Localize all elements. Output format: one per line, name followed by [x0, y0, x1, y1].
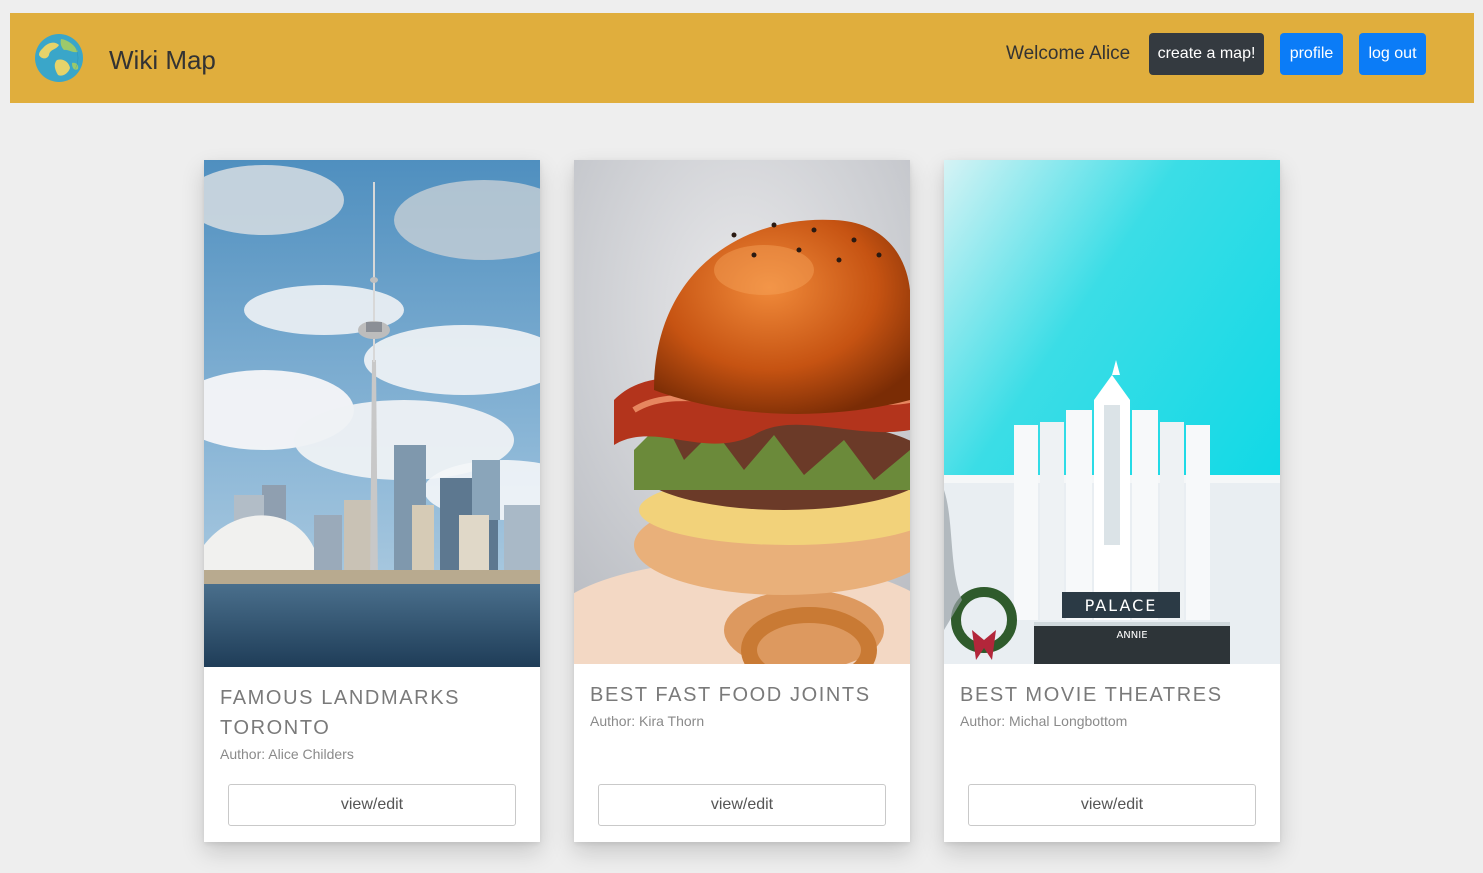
palace-theatre-image: PALACE ANNIE — [944, 160, 1280, 664]
view-edit-button[interactable]: view/edit — [228, 784, 516, 826]
profile-button[interactable]: profile — [1280, 33, 1343, 75]
map-title: BEST MOVIE THEATRES — [960, 684, 1223, 706]
map-author: Author: Kira Thorn — [590, 713, 705, 729]
welcome-text: Welcome Alice — [1006, 43, 1131, 64]
burger-image — [574, 160, 910, 664]
logout-button[interactable]: log out — [1359, 33, 1426, 75]
globe-icon[interactable] — [34, 33, 84, 83]
view-edit-button[interactable]: view/edit — [598, 784, 886, 826]
create-map-button[interactable]: create a map! — [1149, 33, 1264, 75]
svg-text:PALACE: PALACE — [1085, 596, 1158, 615]
view-edit-button[interactable]: view/edit — [968, 784, 1256, 826]
map-card-toronto: FAMOUS LANDMARKS TORONTO Author: Alice C… — [204, 160, 540, 842]
map-author: Author: Alice Childers — [220, 746, 354, 762]
map-title: BEST FAST FOOD JOINTS — [590, 684, 871, 706]
navbar: Wiki Map Welcome Alice create a map! pro… — [10, 13, 1474, 103]
brand-title[interactable]: Wiki Map — [109, 43, 216, 77]
map-card-movie-theatres: PALACE ANNIE BEST MOVIE THEATRES Author:… — [944, 160, 1280, 842]
map-title: FAMOUS LANDMARKS TORONTO — [220, 687, 461, 739]
toronto-skyline-image — [204, 160, 540, 667]
map-author: Author: Michal Longbottom — [960, 713, 1128, 729]
svg-text:ANNIE: ANNIE — [1116, 630, 1147, 641]
map-card-fast-food: BEST FAST FOOD JOINTS Author: Kira Thorn… — [574, 160, 910, 842]
